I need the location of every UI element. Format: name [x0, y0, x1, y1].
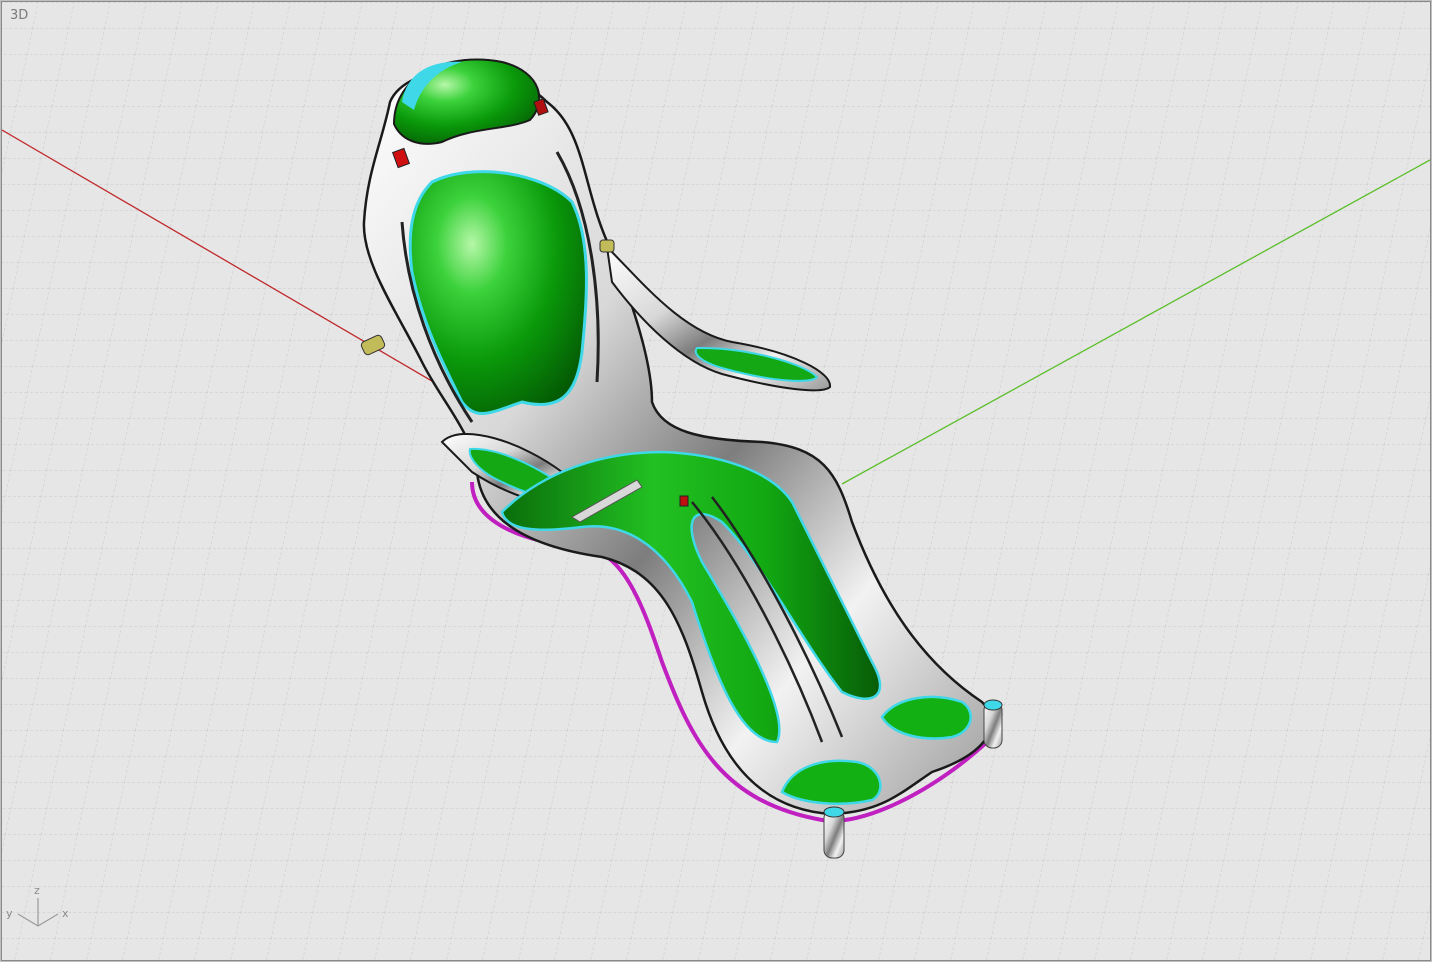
3d-viewport[interactable]: z x y 3D	[1, 1, 1431, 961]
viewport-title[interactable]: 3D	[10, 8, 28, 23]
viewport-canvas[interactable]: z x y	[2, 2, 1430, 960]
red-marker-seat	[679, 495, 689, 507]
pivot-pin-right	[599, 239, 615, 253]
foot-post-left-cap	[823, 806, 845, 818]
axis-gizmo-z-label: z	[34, 884, 40, 897]
axis-gizmo-y-label: y	[6, 907, 13, 920]
axis-gizmo-x-label: x	[62, 907, 69, 920]
foot-post-right-cap	[983, 699, 1003, 711]
